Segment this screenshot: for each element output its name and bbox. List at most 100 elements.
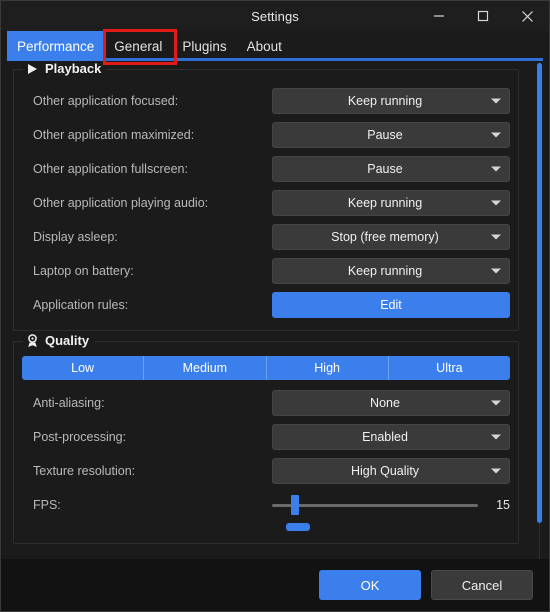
minimize-icon[interactable] bbox=[417, 1, 461, 31]
next-slider-handle[interactable] bbox=[286, 523, 310, 531]
control-other-application-maximized: Pause bbox=[272, 122, 510, 148]
vertical-scrollbar[interactable] bbox=[535, 61, 545, 559]
next-slider-partial bbox=[22, 523, 510, 535]
quality-preset-low[interactable]: Low bbox=[22, 356, 144, 380]
chevron-down-icon bbox=[491, 435, 501, 440]
row-application-rules: Application rules: Edit bbox=[22, 288, 510, 322]
combo-other-application-focused-value: Keep running bbox=[273, 94, 509, 108]
row-texture-resolution: Texture resolution: High Quality bbox=[22, 454, 510, 488]
group-playback: Playback Other application focused: Keep… bbox=[13, 69, 519, 331]
tab-general[interactable]: General bbox=[104, 31, 172, 61]
row-laptop-on-battery: Laptop on battery: Keep running bbox=[22, 254, 510, 288]
combo-anti-aliasing-value: None bbox=[273, 396, 509, 410]
row-anti-aliasing: Anti-aliasing: None bbox=[22, 386, 510, 420]
tab-plugins-label: Plugins bbox=[182, 39, 226, 54]
tab-bar: Performance General Plugins About bbox=[1, 31, 549, 61]
chevron-down-icon bbox=[491, 99, 501, 104]
label-application-rules: Application rules: bbox=[22, 298, 272, 312]
control-texture-resolution: High Quality bbox=[272, 458, 510, 484]
control-anti-aliasing: None bbox=[272, 390, 510, 416]
combo-laptop-on-battery-value: Keep running bbox=[273, 264, 509, 278]
combo-anti-aliasing[interactable]: None bbox=[272, 390, 510, 416]
tab-plugins[interactable]: Plugins bbox=[172, 31, 236, 61]
combo-other-application-fullscreen-value: Pause bbox=[273, 162, 509, 176]
chevron-down-icon bbox=[491, 235, 501, 240]
chevron-down-icon bbox=[491, 469, 501, 474]
combo-post-processing[interactable]: Enabled bbox=[272, 424, 510, 450]
combo-other-application-maximized[interactable]: Pause bbox=[272, 122, 510, 148]
quality-preset-segmented: Low Medium High Ultra bbox=[22, 356, 510, 380]
chevron-down-icon bbox=[491, 401, 501, 406]
control-post-processing: Enabled bbox=[272, 424, 510, 450]
combo-texture-resolution-value: High Quality bbox=[273, 464, 509, 478]
control-other-application-focused: Keep running bbox=[272, 88, 510, 114]
fps-value: 15 bbox=[488, 498, 510, 512]
row-other-application-focused: Other application focused: Keep running bbox=[22, 84, 510, 118]
combo-other-application-playing-audio[interactable]: Keep running bbox=[272, 190, 510, 216]
label-laptop-on-battery: Laptop on battery: bbox=[22, 264, 272, 278]
maximize-icon[interactable] bbox=[461, 1, 505, 31]
group-playback-title: Playback bbox=[23, 61, 107, 76]
combo-other-application-focused[interactable]: Keep running bbox=[272, 88, 510, 114]
tab-performance[interactable]: Performance bbox=[7, 31, 104, 61]
play-triangle-icon bbox=[25, 62, 39, 76]
settings-scroll-content: Playback Other application focused: Keep… bbox=[1, 61, 549, 554]
row-fps: FPS: 15 bbox=[22, 488, 510, 522]
group-playback-body: Other application focused: Keep running … bbox=[22, 84, 510, 322]
chevron-down-icon bbox=[491, 133, 501, 138]
control-laptop-on-battery: Keep running bbox=[272, 258, 510, 284]
row-display-asleep: Display asleep: Stop (free memory) bbox=[22, 220, 510, 254]
chevron-down-icon bbox=[491, 201, 501, 206]
medal-icon bbox=[25, 334, 39, 348]
quality-preset-high[interactable]: High bbox=[267, 356, 389, 380]
dialog-footer: OK Cancel bbox=[1, 559, 549, 611]
combo-texture-resolution[interactable]: High Quality bbox=[272, 458, 510, 484]
edit-button[interactable]: Edit bbox=[272, 292, 510, 318]
settings-window: Settings Performance General Plugins Abo… bbox=[0, 0, 550, 612]
group-quality-label: Quality bbox=[45, 333, 89, 348]
title-bar: Settings bbox=[1, 1, 549, 31]
label-display-asleep: Display asleep: bbox=[22, 230, 272, 244]
quality-preset-ultra[interactable]: Ultra bbox=[389, 356, 510, 380]
fps-slider[interactable] bbox=[272, 495, 478, 515]
label-texture-resolution: Texture resolution: bbox=[22, 464, 272, 478]
combo-display-asleep-value: Stop (free memory) bbox=[273, 230, 509, 244]
row-other-application-maximized: Other application maximized: Pause bbox=[22, 118, 510, 152]
combo-post-processing-value: Enabled bbox=[273, 430, 509, 444]
tab-about[interactable]: About bbox=[237, 31, 292, 61]
fps-slider-handle[interactable] bbox=[291, 495, 299, 515]
label-fps: FPS: bbox=[22, 498, 272, 512]
chevron-down-icon bbox=[491, 269, 501, 274]
combo-other-application-playing-audio-value: Keep running bbox=[273, 196, 509, 210]
label-other-application-playing-audio: Other application playing audio: bbox=[22, 196, 272, 210]
settings-content-area: Playback Other application focused: Keep… bbox=[1, 61, 549, 559]
label-other-application-fullscreen: Other application fullscreen: bbox=[22, 162, 272, 176]
combo-display-asleep[interactable]: Stop (free memory) bbox=[272, 224, 510, 250]
quality-preset-medium[interactable]: Medium bbox=[144, 356, 266, 380]
ok-button[interactable]: OK bbox=[319, 570, 421, 600]
fps-slider-track bbox=[272, 504, 478, 507]
cancel-button[interactable]: Cancel bbox=[431, 570, 533, 600]
row-other-application-playing-audio: Other application playing audio: Keep ru… bbox=[22, 186, 510, 220]
group-playback-label: Playback bbox=[45, 61, 101, 76]
control-fps: 15 bbox=[272, 495, 510, 515]
control-other-application-playing-audio: Keep running bbox=[272, 190, 510, 216]
group-quality-title: Quality bbox=[23, 333, 95, 348]
control-other-application-fullscreen: Pause bbox=[272, 156, 510, 182]
close-icon[interactable] bbox=[505, 1, 549, 31]
combo-other-application-fullscreen[interactable]: Pause bbox=[272, 156, 510, 182]
chevron-down-icon bbox=[491, 167, 501, 172]
row-other-application-fullscreen: Other application fullscreen: Pause bbox=[22, 152, 510, 186]
label-post-processing: Post-processing: bbox=[22, 430, 272, 444]
tab-general-label: General bbox=[114, 39, 162, 54]
control-application-rules: Edit bbox=[272, 292, 510, 318]
label-anti-aliasing: Anti-aliasing: bbox=[22, 396, 272, 410]
combo-other-application-maximized-value: Pause bbox=[273, 128, 509, 142]
scrollbar-thumb[interactable] bbox=[537, 63, 542, 523]
combo-laptop-on-battery[interactable]: Keep running bbox=[272, 258, 510, 284]
label-other-application-maximized: Other application maximized: bbox=[22, 128, 272, 142]
group-quality-body: Low Medium High Ultra Anti-aliasing: Non… bbox=[22, 356, 510, 535]
tab-performance-label: Performance bbox=[17, 39, 94, 54]
window-controls bbox=[417, 1, 549, 31]
row-post-processing: Post-processing: Enabled bbox=[22, 420, 510, 454]
